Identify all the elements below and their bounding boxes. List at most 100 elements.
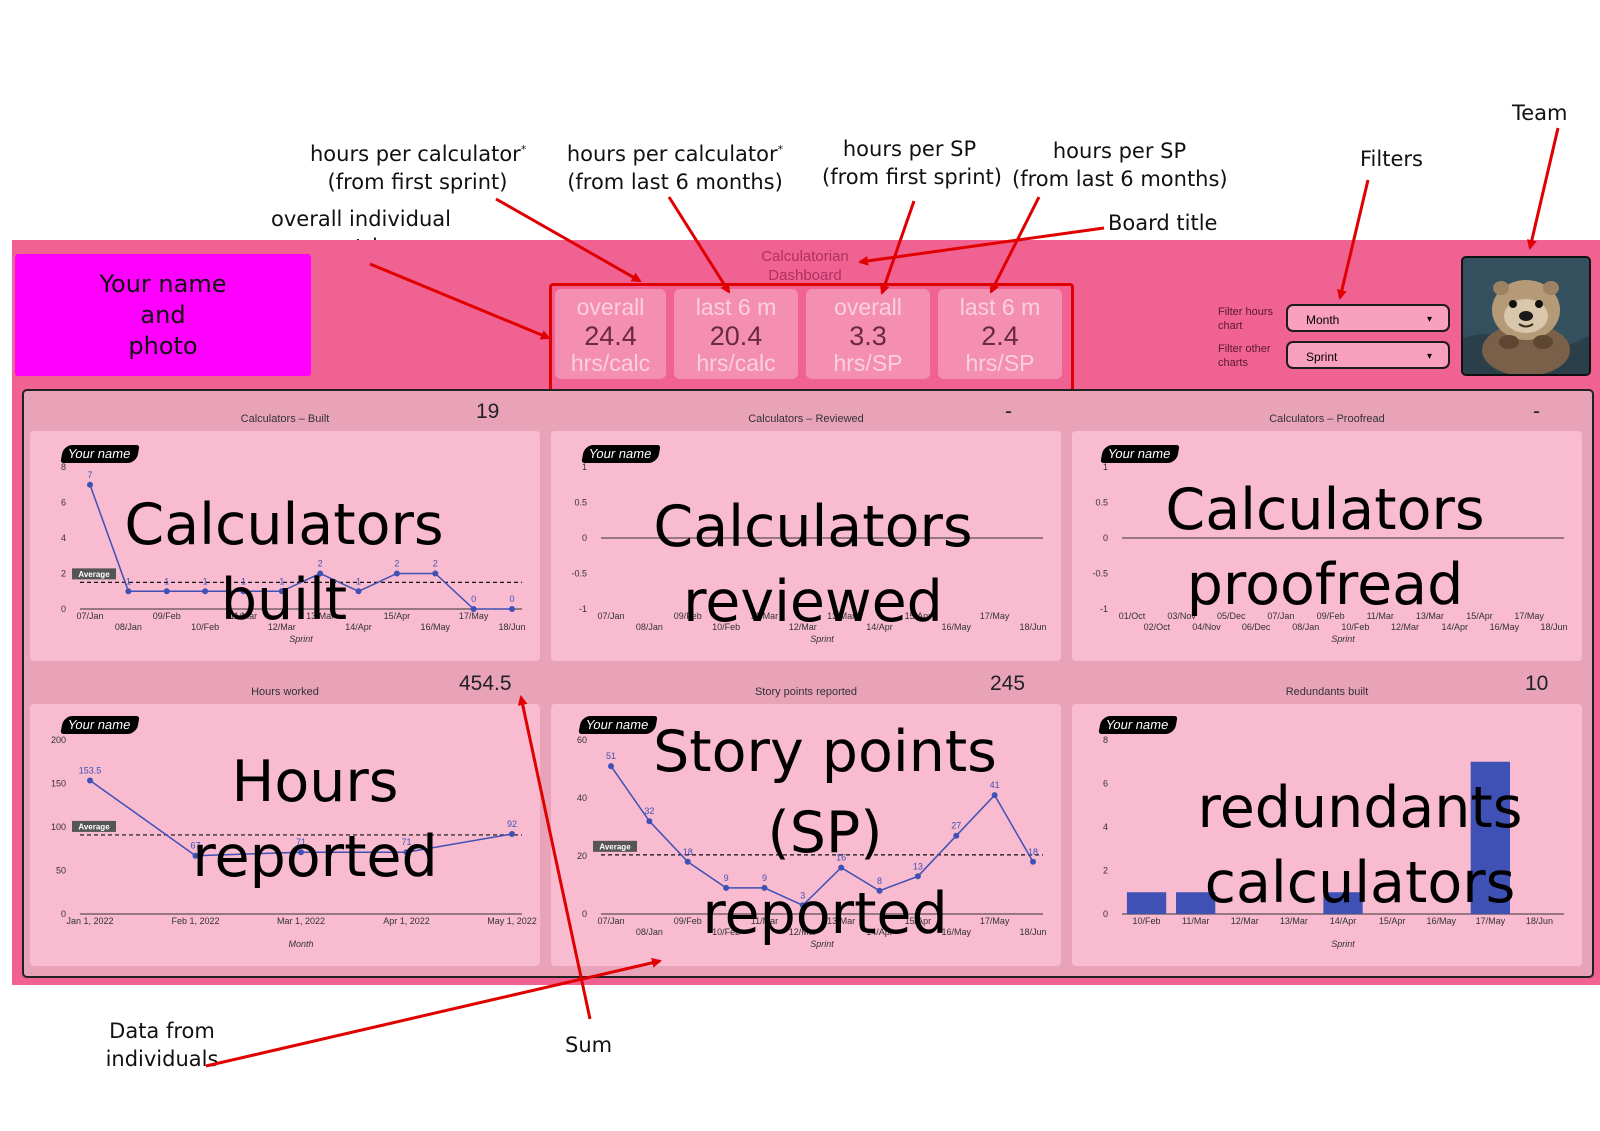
metric-overall-hrs-calc: overall 24.4 hrs/calc — [555, 289, 666, 379]
x-tick-label: May 1, 2022 — [487, 916, 537, 926]
x-tick-label: 18/Jun — [1540, 622, 1567, 632]
card-title-built: Calculators – Built — [240, 413, 330, 425]
x-tick-label: 16/May — [1490, 622, 1520, 632]
y-tick-label: 0 — [1103, 909, 1108, 919]
caret-down-icon: ▾ — [1426, 351, 1432, 362]
x-axis-title: Month — [288, 939, 313, 949]
y-tick-label: 6 — [61, 498, 66, 508]
y-tick-label: -0.5 — [571, 569, 587, 579]
caret-down-icon: ▾ — [1426, 314, 1432, 325]
annotation-sum: Sum — [565, 1033, 613, 1057]
y-tick-label: 4 — [1103, 822, 1108, 832]
your-name-tag: Your name — [1098, 716, 1178, 734]
annotation-hours-per-sp-6m: hours per SP (from last 6 months) — [1012, 139, 1228, 191]
x-tick-label: Apr 1, 2022 — [383, 916, 430, 926]
annotation-data-from-individuals: Data from individuals — [105, 1019, 219, 1071]
y-tick-label: 1 — [1103, 462, 1108, 472]
x-tick-label: 18/Jun — [1019, 622, 1046, 632]
your-name-tag: Your name — [60, 716, 140, 734]
card-title-sp: Story points reported — [754, 686, 858, 698]
x-axis-title: Sprint — [1331, 939, 1355, 949]
card-total-proofread: - — [1533, 400, 1540, 423]
card-title-hours: Hours worked — [251, 686, 319, 698]
y-tick-label: 1 — [582, 462, 587, 472]
your-name-tag: Your name — [1100, 445, 1180, 463]
x-tick-label: 08/Jan — [1292, 622, 1319, 632]
y-tick-label: 2 — [1103, 866, 1108, 876]
data-label: 153.5 — [79, 765, 102, 775]
metric-6m-hrs-sp: last 6 m 2.4 hrs/SP — [938, 289, 1062, 379]
annotation-team: Team — [1512, 101, 1568, 125]
annotation-hours-per-sp-first: hours per SP (from first sprint) — [822, 137, 1002, 189]
x-axis-title: Sprint — [1331, 634, 1355, 644]
x-tick-label: 04/Nov — [1192, 622, 1221, 632]
average-label: Average — [78, 822, 110, 831]
x-tick-label: 07/Jan — [76, 611, 103, 621]
annotation-hours-per-calculator-6m: hours per calculator* (from last 6 month… — [566, 142, 784, 194]
overlay-redundants-calculators: redundants calculators — [1197, 775, 1523, 916]
data-label: 7 — [87, 470, 92, 480]
x-tick-label: 10/Feb — [1341, 622, 1369, 632]
x-tick-label: 14/Apr — [1441, 622, 1468, 632]
overlay-hours-reported: Hours reported — [192, 749, 438, 890]
annotation-hours-per-calculator-first: hours per calculator* (from first sprint… — [310, 142, 527, 194]
data-label: 92 — [507, 819, 517, 829]
data-point — [608, 763, 614, 770]
overlay-calculators-built: Calculators built — [124, 492, 444, 633]
your-name-tag: Your name — [60, 445, 140, 463]
arrow — [1526, 127, 1560, 250]
card-total-reviewed: - — [1005, 400, 1012, 423]
x-tick-label: Feb 1, 2022 — [171, 916, 219, 926]
y-tick-label: -1 — [1100, 604, 1108, 614]
card-title-redundants: Redundants built — [1285, 686, 1369, 698]
y-tick-label: 150 — [51, 779, 66, 789]
card-title-proofread: Calculators – Proofread — [1269, 413, 1385, 425]
y-tick-label: 2 — [61, 569, 66, 579]
card-total-built: 19 — [476, 400, 500, 423]
filter-hours-label: Filter hours chart — [1218, 306, 1274, 332]
otter-image — [1463, 258, 1589, 374]
filter-hours-dropdown[interactable]: Month ▾ — [1286, 304, 1450, 332]
data-point — [87, 481, 93, 488]
y-tick-label: 6 — [1103, 779, 1108, 789]
x-tick-label: Mar 1, 2022 — [277, 916, 325, 926]
card-total-sp: 245 — [990, 672, 1026, 695]
filter-other-label: Filter other charts — [1218, 343, 1271, 369]
your-name-tag: Your name — [581, 445, 661, 463]
metric-overall-hrs-sp: overall 3.3 hrs/SP — [806, 289, 930, 379]
y-tick-label: 0.5 — [574, 498, 587, 508]
data-label: 0 — [509, 594, 514, 604]
user-name-photo-placeholder: Your name and photo — [15, 254, 311, 376]
y-tick-label: 200 — [51, 735, 66, 745]
y-tick-label: 60 — [577, 735, 587, 745]
x-tick-label: 07/Jan — [597, 611, 624, 621]
y-tick-label: 0 — [582, 533, 587, 543]
board-title: Calculatorian Dashboard — [761, 248, 849, 284]
x-tick-label: 18/Jun — [498, 622, 525, 632]
team-photo — [1461, 256, 1591, 376]
x-tick-label: 02/Oct — [1144, 622, 1171, 632]
y-tick-label: 0.5 — [1095, 498, 1108, 508]
y-tick-label: 4 — [61, 533, 66, 543]
data-point — [87, 777, 93, 784]
annotation-board-title: Board title — [1108, 211, 1218, 235]
x-tick-label: 12/Mar — [1391, 622, 1419, 632]
card-total-hours: 454.5 — [459, 672, 512, 695]
overlay-calculators-reviewed: Calculators reviewed — [653, 494, 973, 635]
y-tick-label: 0 — [582, 909, 587, 919]
filter-other-dropdown[interactable]: Sprint ▾ — [1286, 341, 1450, 369]
y-tick-label: 100 — [51, 822, 66, 832]
overlay-calculators-proofread: Calculators proofread — [1165, 477, 1485, 618]
y-tick-label: 8 — [61, 462, 66, 472]
metric-6m-hrs-calc: last 6 m 20.4 hrs/calc — [674, 289, 798, 379]
y-tick-label: 40 — [577, 793, 587, 803]
y-tick-label: 8 — [1103, 735, 1108, 745]
x-tick-label: 17/May — [1514, 611, 1544, 621]
data-point — [509, 606, 515, 612]
y-tick-label: 0 — [61, 604, 66, 614]
y-tick-label: -1 — [579, 604, 587, 614]
y-tick-label: 0 — [1103, 533, 1108, 543]
card-title-reviewed: Calculators – Reviewed — [748, 413, 864, 425]
card-total-redundants: 10 — [1525, 672, 1549, 695]
x-tick-label: Jan 1, 2022 — [66, 916, 113, 926]
